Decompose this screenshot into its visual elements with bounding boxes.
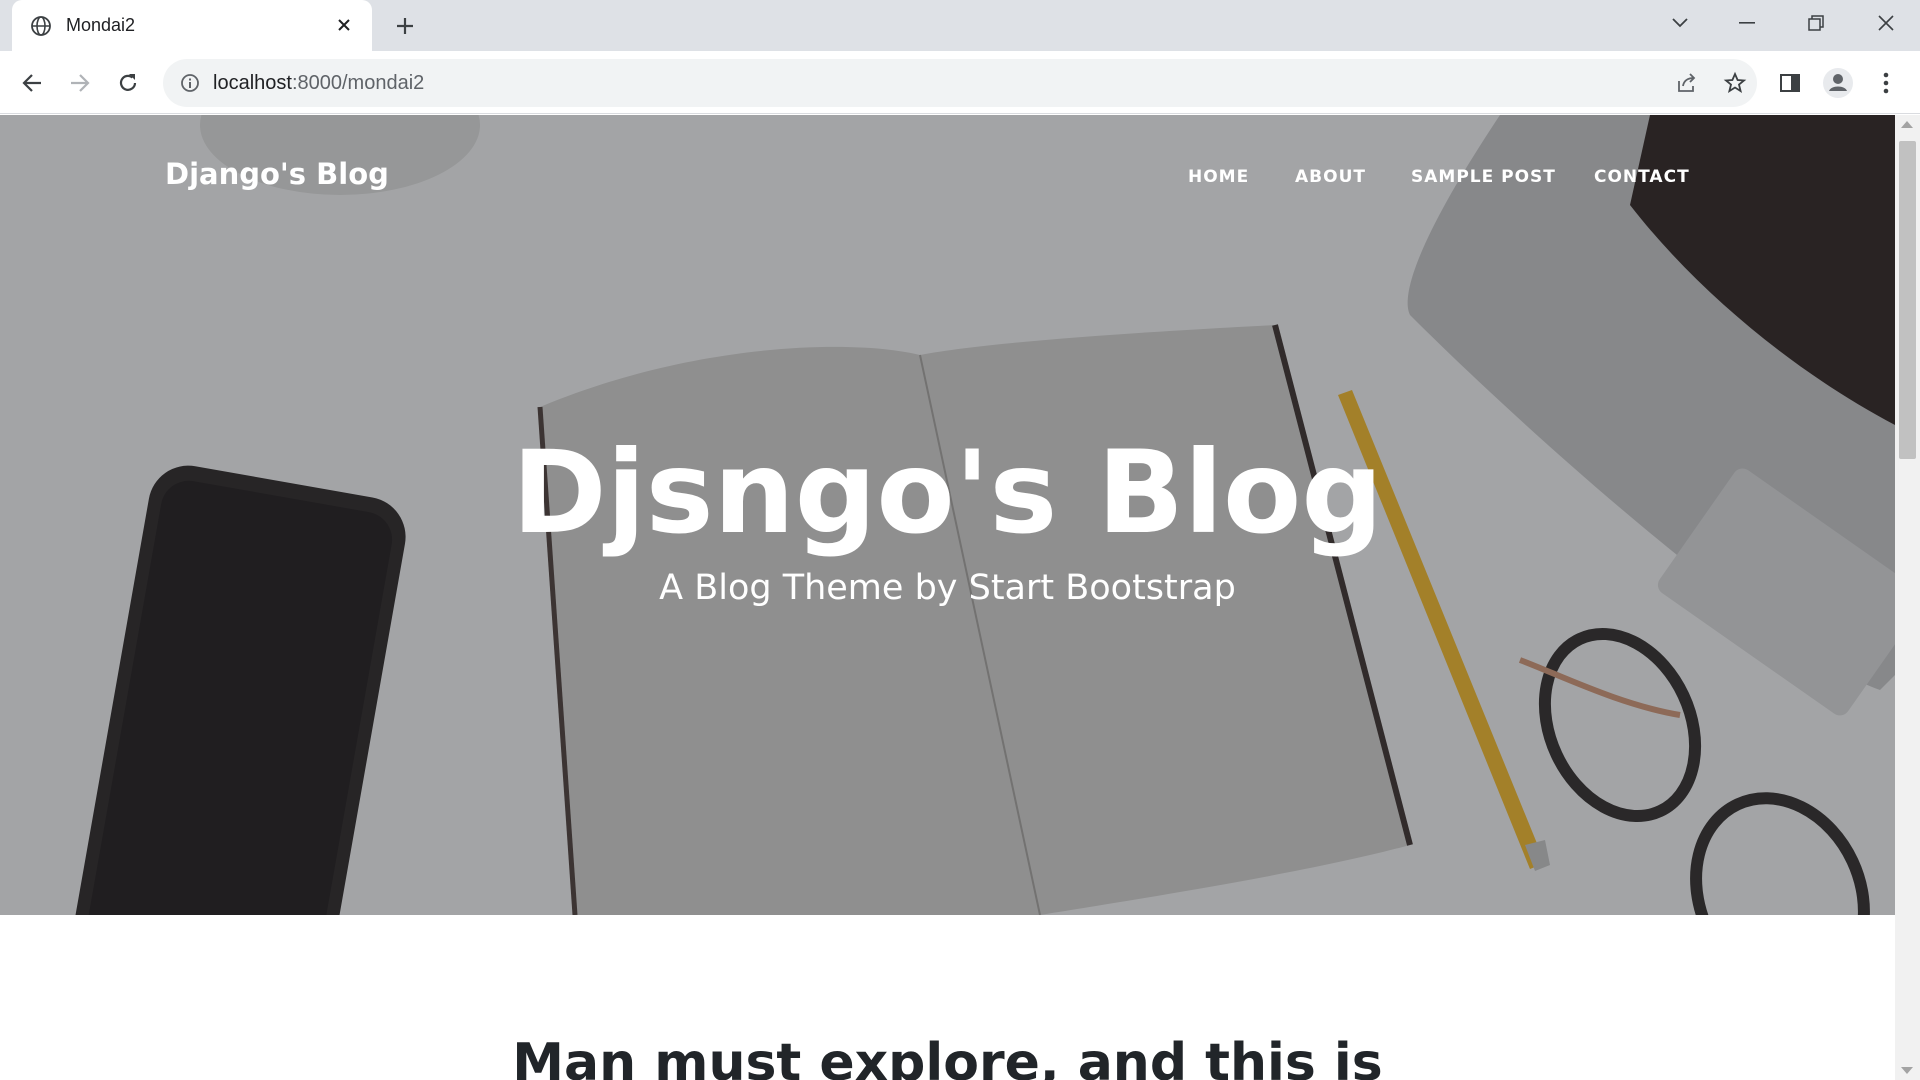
site-heading: Djsngo's Blog A Blog Theme by Start Boot… — [0, 425, 1895, 608]
page-viewport: Django's Blog HOME ABOUT SAMPLE POST CON… — [0, 115, 1895, 1080]
scrollbar[interactable] — [1895, 115, 1920, 1080]
navbar-brand[interactable]: Django's Blog — [165, 157, 389, 191]
plus-icon[interactable] — [390, 11, 420, 41]
nav-home[interactable]: HOME — [1188, 167, 1249, 187]
page-title: Djsngo's Blog — [512, 426, 1383, 559]
reload-icon[interactable] — [110, 65, 146, 101]
globe-icon — [30, 15, 52, 37]
post-title[interactable]: Man must explore, and this is — [0, 1033, 1895, 1080]
browser-tab[interactable]: Mondai2 — [12, 0, 372, 51]
nav-sample-post[interactable]: SAMPLE POST — [1411, 167, 1556, 187]
page-subheading: A Blog Theme by Start Bootstrap — [659, 567, 1236, 608]
address-bar[interactable]: localhost:8000/mondai2 — [163, 59, 1757, 107]
browser-toolbar: localhost:8000/mondai2 — [0, 51, 1920, 114]
restore-icon[interactable] — [1796, 8, 1836, 38]
nav-about[interactable]: ABOUT — [1295, 167, 1366, 187]
chevron-down-icon[interactable] — [1660, 8, 1700, 38]
masthead: Django's Blog HOME ABOUT SAMPLE POST CON… — [0, 115, 1895, 915]
scroll-up-arrow-icon[interactable] — [1901, 121, 1913, 128]
scroll-thumb[interactable] — [1899, 141, 1916, 459]
forward-icon[interactable] — [62, 65, 98, 101]
star-icon[interactable] — [1723, 71, 1747, 95]
url-text: localhost:8000/mondai2 — [213, 72, 425, 94]
tab-strip: Mondai2 — [0, 0, 1920, 51]
info-icon[interactable] — [179, 72, 201, 94]
kebab-menu-icon[interactable] — [1868, 65, 1904, 101]
share-icon[interactable] — [1675, 71, 1699, 95]
tab-title: Mondai2 — [66, 15, 136, 35]
minimize-icon[interactable] — [1727, 8, 1767, 38]
nav-contact[interactable]: CONTACT — [1594, 167, 1690, 187]
profile-icon[interactable] — [1820, 65, 1856, 101]
close-icon[interactable] — [332, 13, 356, 37]
back-icon[interactable] — [14, 65, 50, 101]
side-panel-icon[interactable] — [1772, 65, 1808, 101]
close-window-icon[interactable] — [1866, 8, 1906, 38]
scroll-down-arrow-icon[interactable] — [1901, 1067, 1913, 1074]
